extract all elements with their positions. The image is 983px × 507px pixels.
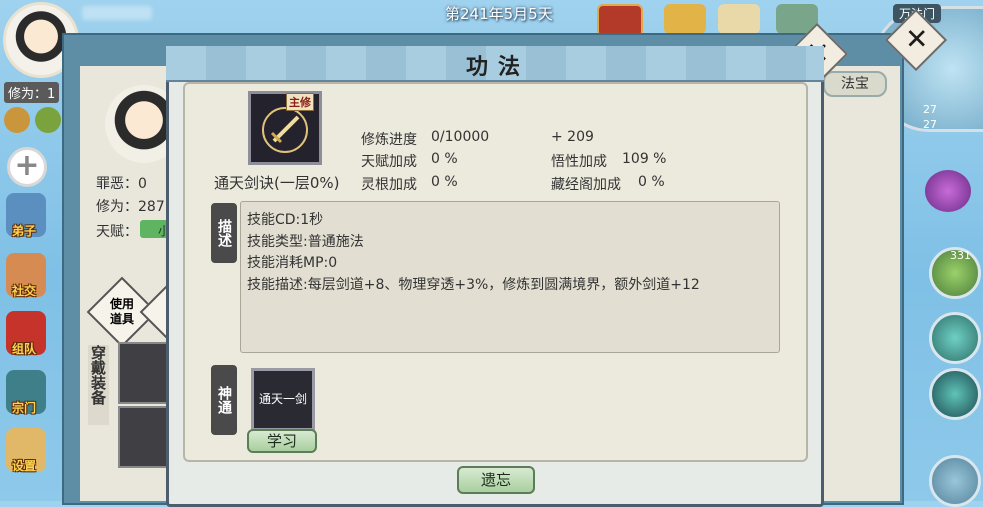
buff-icon-2	[35, 107, 61, 133]
library-bonus-value: 0 %	[638, 174, 665, 190]
skill-name: 通天剑诀(一层0%)	[214, 174, 340, 192]
talent-bonus-value: 0 %	[431, 151, 458, 167]
learn-button[interactable]: 学习	[247, 429, 317, 453]
buff-icon	[4, 107, 30, 133]
desc-line: 技能描述:每层剑道+8、物理穿透+3%，修炼到圆满境界，额外剑道+12	[247, 277, 700, 293]
talent-label: 天赋：	[96, 224, 138, 240]
library-bonus-label: 藏经阁加成	[551, 177, 621, 193]
tab-fabao[interactable]: 法宝	[823, 71, 887, 97]
desc-tag: 描述	[211, 203, 237, 263]
root-bonus-label: 灵根加成	[361, 177, 417, 193]
minimap-num-2: 27	[923, 118, 937, 131]
nav-social[interactable]: 社交	[6, 253, 46, 298]
insight-bonus-value: 109 %	[622, 151, 667, 167]
progress-label: 修炼进度	[361, 132, 417, 148]
sin-value: 0	[138, 176, 147, 192]
minimap-num: 27	[923, 103, 937, 116]
nav-sect-label: 宗门	[12, 401, 37, 415]
divine-skill-slot[interactable]: 通天一剑	[251, 368, 315, 431]
dragon-icon[interactable]	[929, 368, 981, 420]
desc-line: 技能消耗MP:0	[247, 255, 338, 271]
talent-bonus-label: 天赋加成	[361, 154, 417, 170]
scroll-icon[interactable]	[664, 4, 706, 34]
nav-settings-label: 设置	[12, 459, 37, 473]
close-icon: ✕	[904, 22, 929, 56]
cultivation-value: 287	[138, 199, 165, 215]
player-name-blurred	[82, 6, 167, 24]
desc-line: 技能CD:1秒	[247, 212, 324, 228]
forget-button[interactable]: 遗忘	[457, 466, 535, 494]
nav-disciple-label: 弟子	[12, 224, 37, 238]
sin-label: 罪恶：	[96, 176, 138, 192]
wear-equip-label: 穿戴装备	[88, 345, 109, 425]
nav-disciple[interactable]: 弟子	[6, 193, 46, 238]
progress-bonus: + 209	[551, 129, 594, 145]
nav-team[interactable]: 组队	[6, 311, 46, 356]
badge-count: 331	[950, 249, 971, 262]
divine-skill-tag: 神通	[211, 365, 237, 435]
nav-social-label: 社交	[12, 284, 37, 298]
nav-team-label: 组队	[12, 342, 37, 356]
main-cultivation-tag: 主修	[286, 93, 314, 111]
progress-value: 0/10000	[431, 129, 490, 145]
use-item-label: 使用道具	[109, 297, 134, 326]
desc-line: 技能类型:普通施法	[247, 234, 364, 250]
book-icon[interactable]	[718, 4, 760, 34]
round-icon-bottom[interactable]	[929, 455, 981, 507]
nav-settings[interactable]: 设置	[6, 428, 46, 473]
cultivation-label: 修为：	[96, 199, 138, 215]
nav-sect[interactable]: 宗门	[6, 370, 46, 415]
game-date: 第241年5月5天	[445, 5, 553, 23]
cultivation-stat: 修为：287	[96, 196, 165, 216]
dialog-title: 功法	[466, 54, 531, 80]
cultivation-tag: 修为：1	[4, 82, 60, 103]
sin-stat: 罪恶：0	[96, 173, 147, 193]
skill-round-icon[interactable]	[929, 312, 981, 364]
root-bonus-value: 0 %	[431, 174, 458, 190]
insight-bonus-label: 悟性加成	[551, 154, 607, 170]
add-button[interactable]: +	[7, 147, 47, 187]
treasure-orb-icon[interactable]	[925, 170, 971, 212]
